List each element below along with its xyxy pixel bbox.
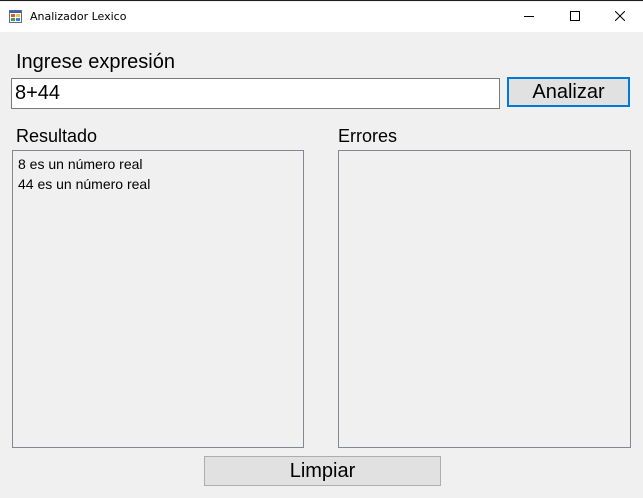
title-bar[interactable]: Analizador Lexico (0, 2, 643, 32)
close-button[interactable] (597, 2, 643, 32)
list-item[interactable]: 8 es un número real (13, 154, 303, 174)
maximize-icon (570, 8, 580, 26)
app-form-icon[interactable] (9, 10, 22, 23)
errors-listbox[interactable] (338, 150, 631, 448)
expression-input[interactable] (11, 78, 500, 109)
window-title: Analizador Lexico (30, 10, 127, 23)
minimize-button[interactable] (506, 2, 552, 32)
clear-button[interactable]: Limpiar (204, 456, 441, 486)
maximize-button[interactable] (552, 2, 598, 32)
app-window: Analizador Lexico Ingrese expresión Anal… (0, 0, 643, 498)
close-icon (614, 8, 626, 26)
analyze-button[interactable]: Analizar (507, 77, 630, 107)
errors-label: Errores (338, 126, 398, 146)
expression-label: Ingrese expresión (16, 51, 175, 73)
list-item[interactable]: 44 es un número real (13, 174, 303, 194)
minimize-icon (524, 8, 534, 26)
result-listbox[interactable]: 8 es un número real 44 es un número real (12, 150, 304, 448)
result-label: Resultado (16, 126, 98, 146)
